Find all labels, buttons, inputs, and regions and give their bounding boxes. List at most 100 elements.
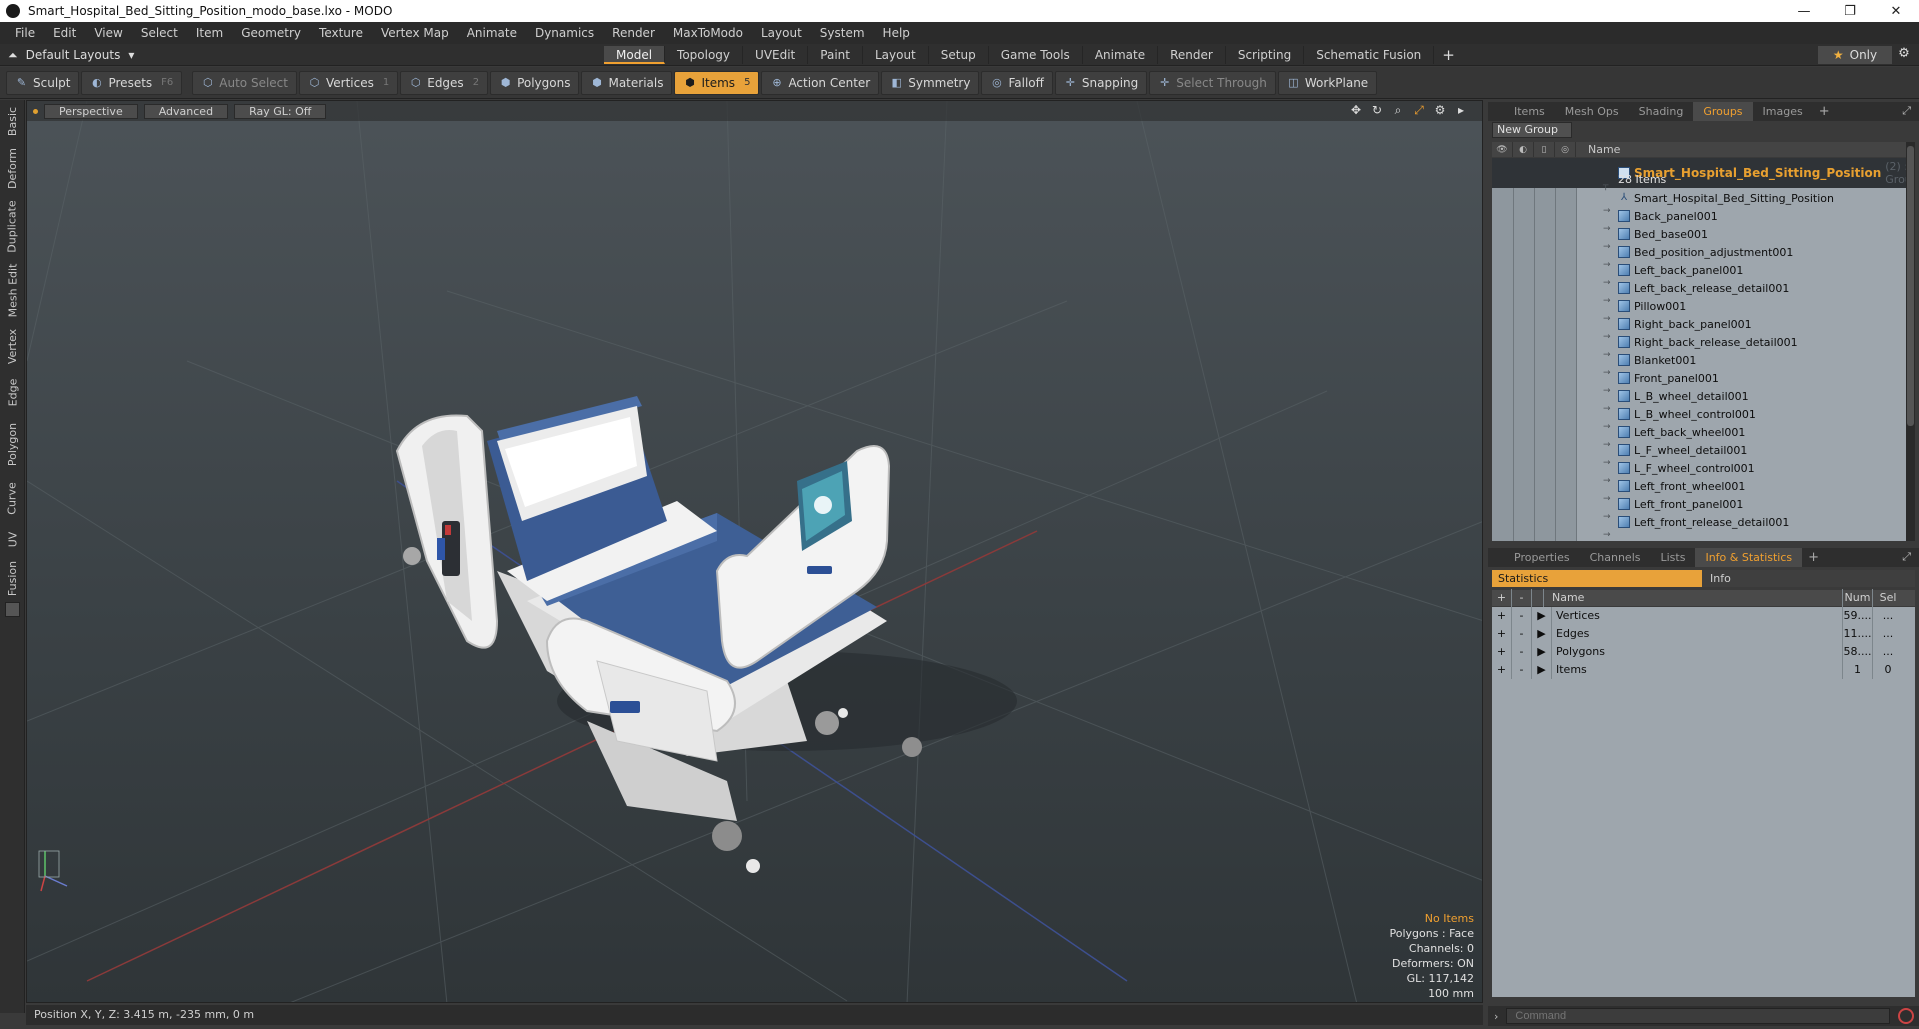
tab-groups[interactable]: Groups <box>1693 102 1753 121</box>
tab-channels[interactable]: Channels <box>1580 548 1651 567</box>
zoom-icon[interactable]: ⌕ <box>1391 103 1405 117</box>
tab-game-tools[interactable]: Game Tools <box>989 46 1083 64</box>
command-input[interactable] <box>1506 1008 1891 1024</box>
expand-arrow-icon[interactable]: ▶ <box>1532 643 1552 661</box>
list-item[interactable]: → L_F_wheel_control001 <box>1492 459 1906 487</box>
only-toggle[interactable]: ★ Only <box>1818 46 1892 64</box>
tab-info-statistics[interactable]: Info & Statistics <box>1695 548 1803 567</box>
menu-edit[interactable]: Edit <box>44 26 85 40</box>
action-center-button[interactable]: ⊕ Action Center <box>761 70 880 95</box>
items-button[interactable]: ⬢ Items 5 <box>674 70 760 95</box>
auto-select-button[interactable]: ⬡ Auto Select <box>192 70 297 95</box>
expand-arrow-icon[interactable]: ▶ <box>1532 607 1552 625</box>
add-icon[interactable]: + <box>1492 625 1512 643</box>
tab-scripting[interactable]: Scripting <box>1226 46 1305 64</box>
add-tab-icon[interactable]: + <box>1434 46 1463 64</box>
scroll-thumb[interactable] <box>1907 146 1914 426</box>
tab-layout[interactable]: Layout <box>863 46 929 64</box>
remove-icon[interactable]: - <box>1512 625 1532 643</box>
raygl-button[interactable]: Ray GL: Off <box>234 103 327 119</box>
viewport-menu-dot-icon[interactable] <box>33 108 38 114</box>
tab-vertex[interactable]: Vertex <box>0 324 25 368</box>
tab-topology[interactable]: Topology <box>665 46 744 64</box>
polygons-button[interactable]: ⬢ Polygons <box>490 70 580 95</box>
menu-geometry[interactable]: Geometry <box>232 26 310 40</box>
group-row[interactable]: ┬ Smart_Hospital_Bed_Sitting_Position (2… <box>1492 158 1906 191</box>
panel-expand-icon[interactable]: ⤢ <box>1902 550 1911 564</box>
new-group-button[interactable]: New Group <box>1492 122 1572 138</box>
list-item[interactable]: → Left_back_panel001 <box>1492 261 1906 289</box>
palette-toggle-button[interactable] <box>5 602 20 617</box>
tab-lists[interactable]: Lists <box>1651 548 1696 567</box>
render-column-icon[interactable]: ◐ <box>1513 142 1534 157</box>
tab-uv[interactable]: UV <box>0 524 25 554</box>
command-history-icon[interactable] <box>1898 1008 1915 1024</box>
tab-paint[interactable]: Paint <box>808 46 863 64</box>
rotate-icon[interactable]: ↻ <box>1370 103 1384 117</box>
tab-duplicate[interactable]: Duplicate <box>0 196 25 256</box>
expand-all-icon[interactable]: + <box>1492 589 1512 607</box>
tab-edge[interactable]: Edge <box>0 372 25 412</box>
shading-button[interactable]: Advanced <box>143 103 229 119</box>
expand-arrow-icon[interactable]: ▶ <box>1532 625 1552 643</box>
lock-column-icon[interactable]: ▯ <box>1534 142 1555 157</box>
menu-select[interactable]: Select <box>132 26 187 40</box>
table-row[interactable]: + - ▶ Polygons 58.... ... <box>1492 643 1915 661</box>
menu-item[interactable]: Item <box>187 26 232 40</box>
tab-polygon[interactable]: Polygon <box>0 416 25 472</box>
snapping-button[interactable]: ✛ Snapping <box>1054 70 1148 95</box>
list-item[interactable]: → Left_front_panel001 <box>1492 495 1906 523</box>
pan-icon[interactable]: ✥ <box>1349 103 1363 117</box>
add-icon[interactable]: + <box>1492 661 1512 679</box>
tab-mesh-edit[interactable]: Mesh Edit <box>0 260 25 320</box>
remove-icon[interactable]: - <box>1512 643 1532 661</box>
list-item[interactable]: → Right_back_panel001 <box>1492 315 1906 343</box>
tab-basic[interactable]: Basic <box>0 102 25 140</box>
falloff-button[interactable]: ◎ Falloff <box>981 70 1053 95</box>
menu-render[interactable]: Render <box>603 26 664 40</box>
add-icon[interactable]: + <box>1492 607 1512 625</box>
collapse-all-icon[interactable]: - <box>1512 589 1532 607</box>
table-row[interactable]: + - ▶ Items 1 0 <box>1492 661 1915 679</box>
list-item[interactable]: → Bed_position_adjustment001 <box>1492 243 1906 271</box>
menu-texture[interactable]: Texture <box>310 26 372 40</box>
view-mode-button[interactable]: Perspective <box>44 103 138 119</box>
list-item[interactable]: → Right_back_release_detail001 <box>1492 333 1906 361</box>
3d-viewport[interactable]: Perspective Advanced Ray GL: Off ✥ ↻ ⌕ ⤢… <box>26 100 1483 1003</box>
list-item[interactable]: → Left_front_release_detail001 <box>1492 513 1906 541</box>
tab-setup[interactable]: Setup <box>929 46 989 64</box>
list-item[interactable]: → Left_back_release_detail001 <box>1492 279 1906 307</box>
sculpt-button[interactable]: ✎ Sculpt <box>6 70 80 95</box>
list-item[interactable]: → Left_front_wheel001 <box>1492 477 1906 505</box>
table-row[interactable]: + - ▶ Edges 11.... ... <box>1492 625 1915 643</box>
expand-arrow-icon[interactable]: ▶ <box>1532 661 1552 679</box>
tab-shading[interactable]: Shading <box>1629 102 1694 121</box>
materials-button[interactable]: ⬢ Materials <box>581 70 673 95</box>
list-item[interactable]: → Bed_base001 <box>1492 225 1906 253</box>
collapse-arrow-icon[interactable]: ⏶ <box>8 48 18 63</box>
tab-images[interactable]: Images <box>1753 102 1813 121</box>
menu-vertex-map[interactable]: Vertex Map <box>372 26 458 40</box>
menu-file[interactable]: File <box>6 26 44 40</box>
menu-dynamics[interactable]: Dynamics <box>526 26 603 40</box>
table-row[interactable]: + - ▶ Vertices 59.... ... <box>1492 607 1915 625</box>
hospital-bed-model[interactable] <box>395 396 1017 873</box>
select-column-icon[interactable]: ◎ <box>1555 142 1576 157</box>
menu-view[interactable]: View <box>85 26 131 40</box>
fit-view-icon[interactable]: ⤢ <box>1412 103 1426 117</box>
select-through-button[interactable]: ✛ Select Through <box>1149 70 1276 95</box>
list-item[interactable]: → Blanket001 <box>1492 351 1906 379</box>
viewport-settings-icon[interactable]: ⚙ <box>1433 103 1447 117</box>
tab-items[interactable]: Items <box>1504 102 1555 121</box>
tab-info[interactable]: Info <box>1702 570 1915 587</box>
menu-layout[interactable]: Layout <box>752 26 811 40</box>
menu-system[interactable]: System <box>811 26 874 40</box>
edges-button[interactable]: ⬡ Edges 2 <box>400 70 489 95</box>
tab-fusion[interactable]: Fusion <box>0 558 25 598</box>
list-item[interactable]: → Left_back_wheel001 <box>1492 423 1906 451</box>
vertices-button[interactable]: ⬡ Vertices 1 <box>298 70 399 95</box>
list-item[interactable]: → Front_panel001 <box>1492 369 1906 397</box>
menu-help[interactable]: Help <box>874 26 919 40</box>
add-icon[interactable]: + <box>1492 643 1512 661</box>
viewport-expand-icon[interactable]: ▸ <box>1454 103 1468 117</box>
